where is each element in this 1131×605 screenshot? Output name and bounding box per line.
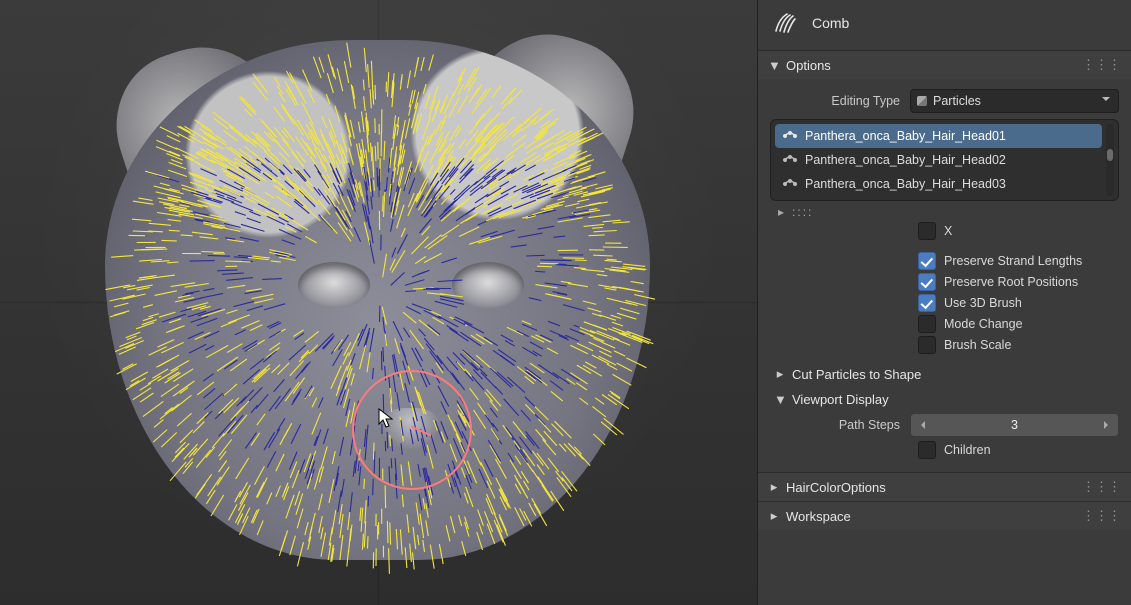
list-scrollbar[interactable] — [1106, 124, 1114, 196]
mouse-cursor — [378, 408, 394, 428]
chevron-right-icon: ▸ — [768, 508, 780, 524]
particle-system-icon — [783, 177, 797, 191]
particle-system-item[interactable]: Panthera_onca_Baby_Hair_Head03 — [775, 172, 1102, 196]
tool-settings-panel: Comb ▼ Options ⋮⋮⋮ Editing Type Particle… — [757, 0, 1131, 605]
path-steps-field[interactable]: 3 — [910, 413, 1119, 437]
cut-particles-subpanel-title[interactable]: Cut Particles to Shape — [792, 367, 921, 382]
drag-handle-icon[interactable]: ⋮⋮⋮ — [1082, 508, 1121, 524]
x-mirror-checkbox[interactable] — [918, 222, 936, 240]
active-tool-name: Comb — [812, 15, 849, 31]
particle-system-icon — [783, 129, 797, 143]
brush-scale-label: Brush Scale — [944, 338, 1011, 352]
particle-system-name: Panthera_onca_Baby_Hair_Head01 — [805, 129, 1006, 143]
section-header-options[interactable]: ▼ Options ⋮⋮⋮ — [758, 51, 1131, 79]
list-expand-toggle[interactable]: ▸ :::: — [770, 203, 1119, 219]
editing-type-label: Editing Type — [770, 94, 900, 108]
section-header-haircoloroptions[interactable]: ▸ HairColorOptions ⋮⋮⋮ — [758, 473, 1131, 501]
particle-system-name: Panthera_onca_Baby_Hair_Head02 — [805, 153, 1006, 167]
path-steps-value: 3 — [1011, 418, 1018, 432]
viewport-3d[interactable] — [0, 0, 757, 605]
editing-type-dropdown[interactable]: Particles — [910, 89, 1119, 113]
chevron-down-icon: ▼ — [768, 58, 780, 73]
chevron-right-icon: ▸ — [778, 205, 784, 219]
use-3d-brush-label: Use 3D Brush — [944, 296, 1022, 310]
preserve-root-positions-checkbox[interactable] — [918, 273, 936, 291]
viewport-display-subpanel-title[interactable]: Viewport Display — [792, 392, 889, 407]
section-title: Workspace — [786, 509, 851, 524]
section-haircoloroptions: ▸ HairColorOptions ⋮⋮⋮ — [758, 472, 1131, 501]
mesh-eye-right — [452, 262, 524, 308]
preserve-strand-lengths-label: Preserve Strand Lengths — [944, 254, 1082, 268]
section-workspace: ▸ Workspace ⋮⋮⋮ — [758, 501, 1131, 530]
path-steps-label: Path Steps — [770, 418, 900, 432]
brush-radius-indicator — [352, 370, 472, 490]
mesh-eye-left — [298, 262, 370, 308]
section-options: ▼ Options ⋮⋮⋮ Editing Type Particles — [758, 50, 1131, 472]
mode-change-checkbox[interactable] — [918, 315, 936, 333]
preserve-root-positions-label: Preserve Root Positions — [944, 275, 1078, 289]
mesh-head — [105, 40, 650, 560]
section-title: HairColorOptions — [786, 480, 886, 495]
use-3d-brush-checkbox[interactable] — [918, 294, 936, 312]
preserve-strand-lengths-checkbox[interactable] — [918, 252, 936, 270]
chevron-right-icon[interactable]: ▸ — [774, 366, 786, 382]
drag-handle-icon[interactable]: ⋮⋮⋮ — [1082, 57, 1121, 73]
section-title: Options — [786, 58, 831, 73]
active-tool-header: Comb — [758, 0, 1131, 50]
mode-change-label: Mode Change — [944, 317, 1023, 331]
chevron-down-icon[interactable]: ▼ — [774, 392, 786, 407]
editing-type-value: Particles — [933, 94, 981, 108]
particle-system-name: Panthera_onca_Baby_Hair_Head03 — [805, 177, 1006, 191]
particle-system-icon — [783, 153, 797, 167]
brush-scale-checkbox[interactable] — [918, 336, 936, 354]
children-checkbox[interactable] — [918, 441, 936, 459]
particle-system-item[interactable]: Panthera_onca_Baby_Hair_Head01 — [775, 124, 1102, 148]
section-header-workspace[interactable]: ▸ Workspace ⋮⋮⋮ — [758, 502, 1131, 530]
comb-tool-icon — [772, 10, 798, 36]
particle-systems-list: Panthera_onca_Baby_Hair_Head01 Panthera_… — [770, 119, 1119, 201]
particle-system-item[interactable]: Panthera_onca_Baby_Hair_Head02 — [775, 148, 1102, 172]
drag-handle-icon[interactable]: :::: — [792, 205, 813, 219]
drag-handle-icon[interactable]: ⋮⋮⋮ — [1082, 479, 1121, 495]
x-mirror-label: X — [944, 224, 952, 238]
chevron-right-icon: ▸ — [768, 479, 780, 495]
children-label: Children — [944, 443, 991, 457]
